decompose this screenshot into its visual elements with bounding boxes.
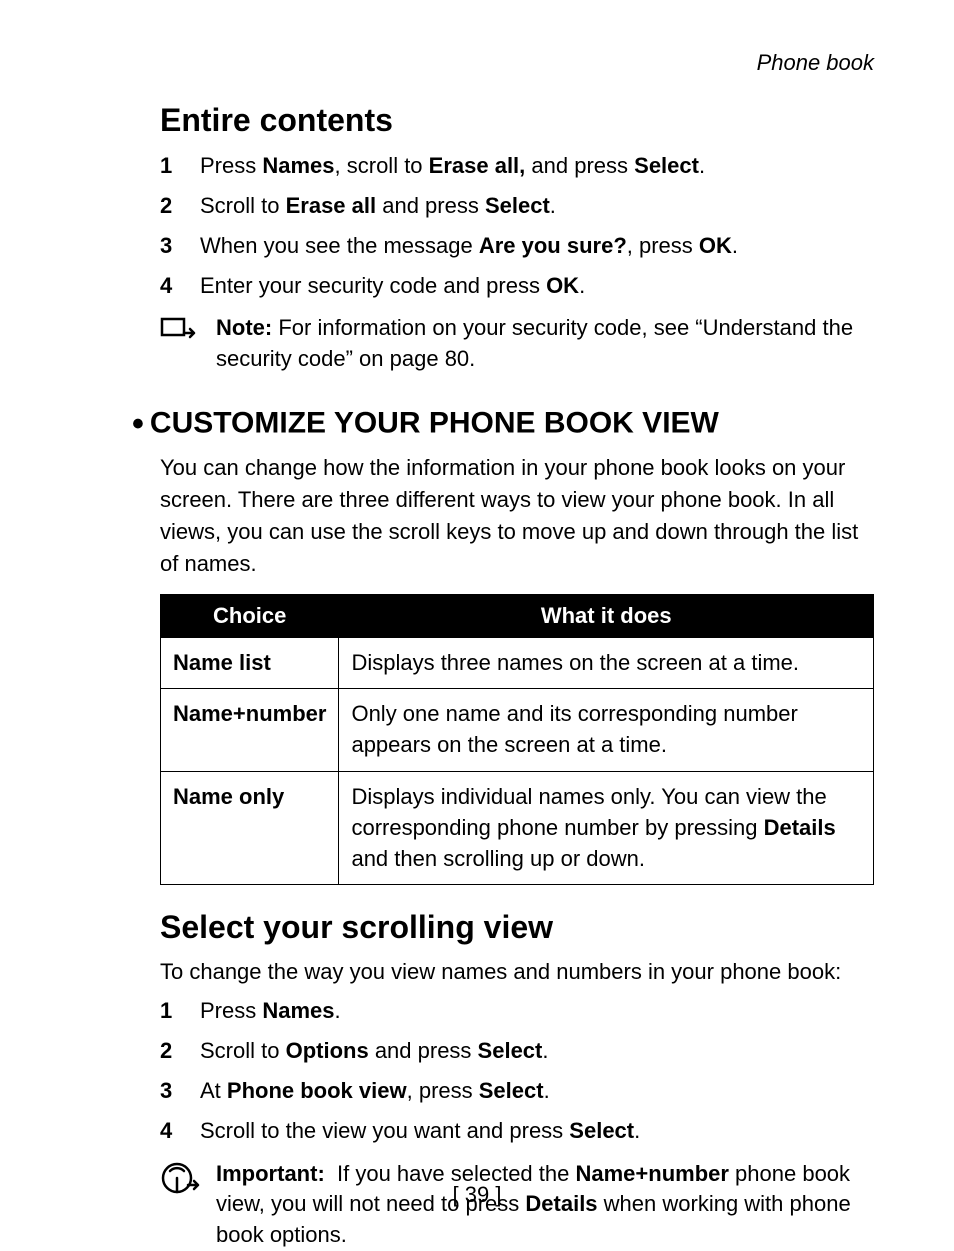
page-content: Phone book Entire contents 1 Press Names,…	[0, 0, 954, 1251]
list-item: 3 When you see the message Are you sure?,…	[160, 229, 874, 263]
table-row: Name list Displays three names on the sc…	[161, 637, 874, 689]
table-row: Name+number Only one name and its corres…	[161, 689, 874, 772]
step-text: Enter your security code and press OK.	[200, 273, 585, 298]
steps-entire-contents: 1 Press Names, scroll to Erase all, and p…	[160, 149, 874, 303]
step-text: Scroll to Options and press Select.	[200, 1038, 549, 1063]
note-text: Note: For information on your security c…	[216, 313, 874, 375]
step-text: Scroll to the view you want and press Se…	[200, 1118, 640, 1143]
cell-desc: Only one name and its corresponding numb…	[339, 689, 874, 772]
cell-desc: Displays three names on the screen at a …	[339, 637, 874, 689]
step-text: Press Names, scroll to Erase all, and pr…	[200, 153, 705, 178]
step-number: 4	[160, 1114, 172, 1148]
cell-choice: Name+number	[161, 689, 339, 772]
step-text: When you see the message Are you sure?, …	[200, 233, 738, 258]
heading-entire-contents: Entire contents	[160, 102, 874, 139]
heading-select-scrolling: Select your scrolling view	[160, 909, 874, 946]
table-header-choice: Choice	[161, 594, 339, 637]
step-number: 3	[160, 229, 172, 263]
list-item: 3 At Phone book view, press Select.	[160, 1074, 874, 1108]
cell-desc: Displays individual names only. You can …	[339, 771, 874, 884]
list-item: 1 Press Names, scroll to Erase all, and p…	[160, 149, 874, 183]
cell-choice: Name only	[161, 771, 339, 884]
list-item: 4 Scroll to the view you want and press S…	[160, 1114, 874, 1148]
note-icon	[160, 313, 200, 352]
intro-select-scrolling: To change the way you view names and num…	[160, 956, 874, 988]
step-number: 1	[160, 149, 172, 183]
bullet-icon: •	[132, 405, 150, 443]
step-text: At Phone book view, press Select.	[200, 1078, 550, 1103]
step-text: Scroll to Erase all and press Select.	[200, 193, 556, 218]
table-header-what: What it does	[339, 594, 874, 637]
cell-choice: Name list	[161, 637, 339, 689]
page-number: [ 39 ]	[0, 1182, 954, 1208]
step-number: 3	[160, 1074, 172, 1108]
heading-customize: •CUSTOMIZE YOUR PHONE BOOK VIEW	[160, 405, 874, 444]
step-text: Press Names.	[200, 998, 341, 1023]
list-item: 4 Enter your security code and press OK.	[160, 269, 874, 303]
steps-select-scrolling: 1 Press Names. 2 Scroll to Options and pre…	[160, 994, 874, 1148]
note-block: Note: For information on your security c…	[160, 313, 874, 375]
choice-table: Choice What it does Name list Displays t…	[160, 594, 874, 886]
step-number: 2	[160, 1034, 172, 1068]
list-item: 2 Scroll to Options and press Select.	[160, 1034, 874, 1068]
step-number: 1	[160, 994, 172, 1028]
step-number: 4	[160, 269, 172, 303]
intro-customize: You can change how the information in yo…	[160, 452, 874, 580]
list-item: 1 Press Names.	[160, 994, 874, 1028]
running-head: Phone book	[160, 50, 874, 76]
step-number: 2	[160, 189, 172, 223]
list-item: 2 Scroll to Erase all and press Select.	[160, 189, 874, 223]
table-row: Name only Displays individual names only…	[161, 771, 874, 884]
